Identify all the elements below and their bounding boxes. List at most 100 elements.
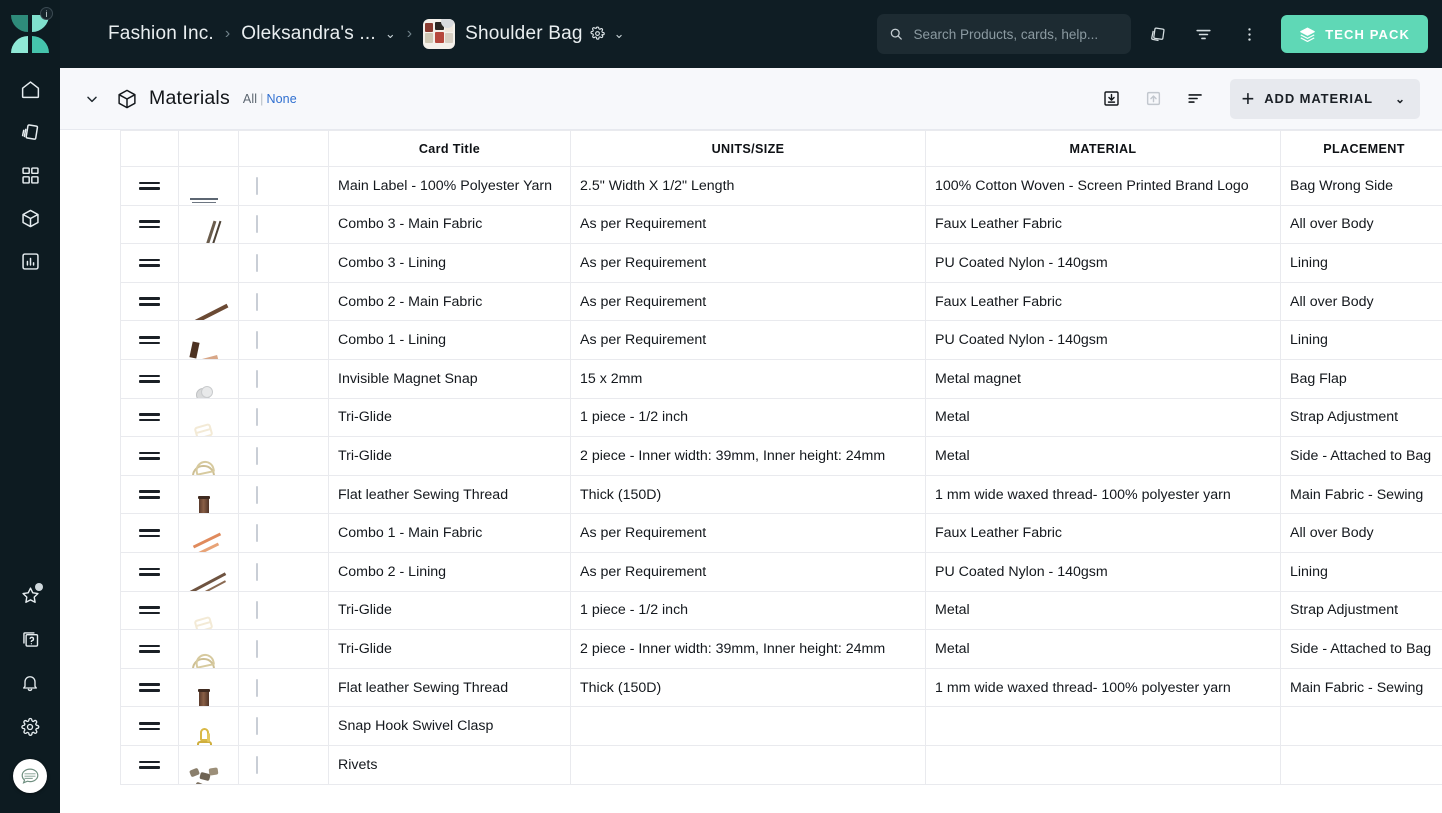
row-thumbnail[interactable] xyxy=(178,744,239,785)
sort-icon[interactable] xyxy=(1178,81,1214,117)
app-logo[interactable]: i xyxy=(0,0,60,68)
row-checkbox[interactable] xyxy=(238,358,329,399)
table-row[interactable]: Combo 1 - Main Fabric As per Requirement F… xyxy=(120,513,1442,553)
cell-card-title[interactable]: Snap Hook Swivel Clasp xyxy=(328,706,571,746)
sidebar-item-reports[interactable] xyxy=(0,240,60,283)
section-collapse-chevron-icon[interactable] xyxy=(78,85,106,113)
cell-material[interactable] xyxy=(925,706,1281,746)
sidebar-item-notifications[interactable] xyxy=(0,661,60,705)
cell-card-title[interactable]: Tri-Glide xyxy=(328,629,571,669)
cell-placement[interactable]: Lining xyxy=(1280,243,1442,283)
cell-card-title[interactable]: Tri-Glide xyxy=(328,590,571,631)
row-thumbnail[interactable] xyxy=(178,243,239,283)
cell-placement[interactable]: Side - Attached to Bag xyxy=(1280,629,1442,669)
row-thumbnail[interactable] xyxy=(178,629,239,669)
cell-placement[interactable]: Lining xyxy=(1280,551,1442,592)
row-thumbnail[interactable] xyxy=(178,436,239,476)
table-row[interactable]: Combo 3 - Main Fabric As per Requirement F… xyxy=(120,204,1442,245)
row-checkbox[interactable] xyxy=(238,551,329,592)
cell-units-size[interactable] xyxy=(570,706,926,746)
row-thumbnail[interactable] xyxy=(178,397,239,438)
cell-card-title[interactable]: Rivets xyxy=(328,744,571,785)
tech-pack-button[interactable]: TECH PACK xyxy=(1281,15,1428,53)
column-header-material[interactable]: MATERIAL xyxy=(925,130,1281,167)
cell-units-size[interactable]: 1 piece - 1/2 inch xyxy=(570,590,926,631)
column-header-card-title[interactable]: Card Title xyxy=(328,130,571,167)
row-thumbnail[interactable] xyxy=(178,551,239,592)
add-material-button[interactable]: + ADD MATERIAL ⌄ xyxy=(1229,78,1420,119)
column-header-units-size[interactable]: UNITS/SIZE xyxy=(570,130,926,167)
table-row[interactable]: Rivets xyxy=(120,744,1442,785)
cell-placement[interactable]: Main Fabric - Sewing xyxy=(1280,474,1442,515)
cell-units-size[interactable]: As per Requirement xyxy=(570,281,926,322)
cell-units-size[interactable]: As per Requirement xyxy=(570,513,926,553)
cell-material[interactable]: PU Coated Nylon - 140gsm xyxy=(925,551,1281,592)
table-row[interactable]: Flat leather Sewing Thread Thick (150D) 1 … xyxy=(120,474,1442,515)
cell-placement[interactable]: All over Body xyxy=(1280,281,1442,322)
row-drag-handle[interactable] xyxy=(120,667,179,708)
table-row[interactable]: Tri-Glide 2 piece - Inner width: 39mm, In… xyxy=(120,436,1442,476)
import-icon[interactable] xyxy=(1094,81,1130,117)
cell-card-title[interactable]: Flat leather Sewing Thread xyxy=(328,667,571,708)
more-vertical-icon[interactable] xyxy=(1229,14,1269,54)
product-chevron-down-icon[interactable]: ⌄ xyxy=(614,26,625,42)
cell-card-title[interactable]: Flat leather Sewing Thread xyxy=(328,474,571,515)
cell-material[interactable]: Faux Leather Fabric xyxy=(925,281,1281,322)
cell-placement[interactable]: Lining xyxy=(1280,320,1442,360)
row-checkbox[interactable] xyxy=(238,320,329,360)
breadcrumb-item-product[interactable]: Shoulder Bag xyxy=(465,23,583,45)
cell-card-title[interactable]: Combo 3 - Lining xyxy=(328,243,571,283)
cell-units-size[interactable]: As per Requirement xyxy=(570,204,926,245)
cell-card-title[interactable]: Combo 1 - Lining xyxy=(328,320,571,360)
cell-placement[interactable]: All over Body xyxy=(1280,513,1442,553)
cell-material[interactable]: Metal magnet xyxy=(925,358,1281,399)
cell-units-size[interactable]: As per Requirement xyxy=(570,551,926,592)
cell-card-title[interactable]: Combo 2 - Lining xyxy=(328,551,571,592)
row-checkbox[interactable] xyxy=(238,474,329,515)
cell-units-size[interactable]: As per Requirement xyxy=(570,243,926,283)
row-thumbnail[interactable] xyxy=(178,474,239,515)
export-icon[interactable] xyxy=(1136,81,1172,117)
row-drag-handle[interactable] xyxy=(120,474,179,515)
sidebar-item-products[interactable] xyxy=(0,197,60,240)
copy-icon[interactable] xyxy=(1137,14,1177,54)
row-thumbnail[interactable] xyxy=(178,590,239,631)
cell-placement[interactable] xyxy=(1280,706,1442,746)
row-thumbnail[interactable] xyxy=(178,513,239,553)
cell-card-title[interactable]: Main Label - 100% Polyester Yarn xyxy=(328,166,571,206)
sidebar-item-favorites[interactable] xyxy=(0,573,60,617)
cell-units-size[interactable]: 1 piece - 1/2 inch xyxy=(570,397,926,438)
row-checkbox[interactable] xyxy=(238,629,329,669)
table-row[interactable]: Tri-Glide 2 piece - Inner width: 39mm, In… xyxy=(120,629,1442,669)
row-thumbnail[interactable] xyxy=(178,204,239,245)
row-thumbnail[interactable] xyxy=(178,706,239,746)
row-thumbnail[interactable] xyxy=(178,667,239,708)
row-drag-handle[interactable] xyxy=(120,629,179,669)
cell-card-title[interactable]: Tri-Glide xyxy=(328,436,571,476)
row-checkbox[interactable] xyxy=(238,590,329,631)
cell-placement[interactable] xyxy=(1280,744,1442,785)
row-drag-handle[interactable] xyxy=(120,204,179,245)
cell-placement[interactable]: All over Body xyxy=(1280,204,1442,245)
row-drag-handle[interactable] xyxy=(120,706,179,746)
cell-material[interactable]: Metal xyxy=(925,590,1281,631)
table-row[interactable]: Tri-Glide 1 piece - 1/2 inch Metal Strap Ad… xyxy=(120,397,1442,438)
cell-placement[interactable]: Bag Flap xyxy=(1280,358,1442,399)
collection-chevron-down-icon[interactable]: ⌄ xyxy=(385,26,396,42)
cell-card-title[interactable]: Tri-Glide xyxy=(328,397,571,438)
search-box[interactable] xyxy=(877,14,1132,54)
row-thumbnail[interactable] xyxy=(178,320,239,360)
search-input[interactable] xyxy=(913,26,1120,42)
row-drag-handle[interactable] xyxy=(120,358,179,399)
row-drag-handle[interactable] xyxy=(120,281,179,322)
cell-units-size[interactable]: 2 piece - Inner width: 39mm, Inner heigh… xyxy=(570,629,926,669)
row-thumbnail[interactable] xyxy=(178,358,239,399)
row-checkbox[interactable] xyxy=(238,744,329,785)
table-row[interactable]: Snap Hook Swivel Clasp xyxy=(120,706,1442,746)
cell-material[interactable]: 1 mm wide waxed thread- 100% polyester y… xyxy=(925,667,1281,708)
cell-units-size[interactable] xyxy=(570,744,926,785)
product-settings-gear-icon[interactable] xyxy=(590,26,605,46)
cell-placement[interactable]: Main Fabric - Sewing xyxy=(1280,667,1442,708)
sidebar-item-home[interactable] xyxy=(0,68,60,111)
cell-card-title[interactable]: Combo 2 - Main Fabric xyxy=(328,281,571,322)
